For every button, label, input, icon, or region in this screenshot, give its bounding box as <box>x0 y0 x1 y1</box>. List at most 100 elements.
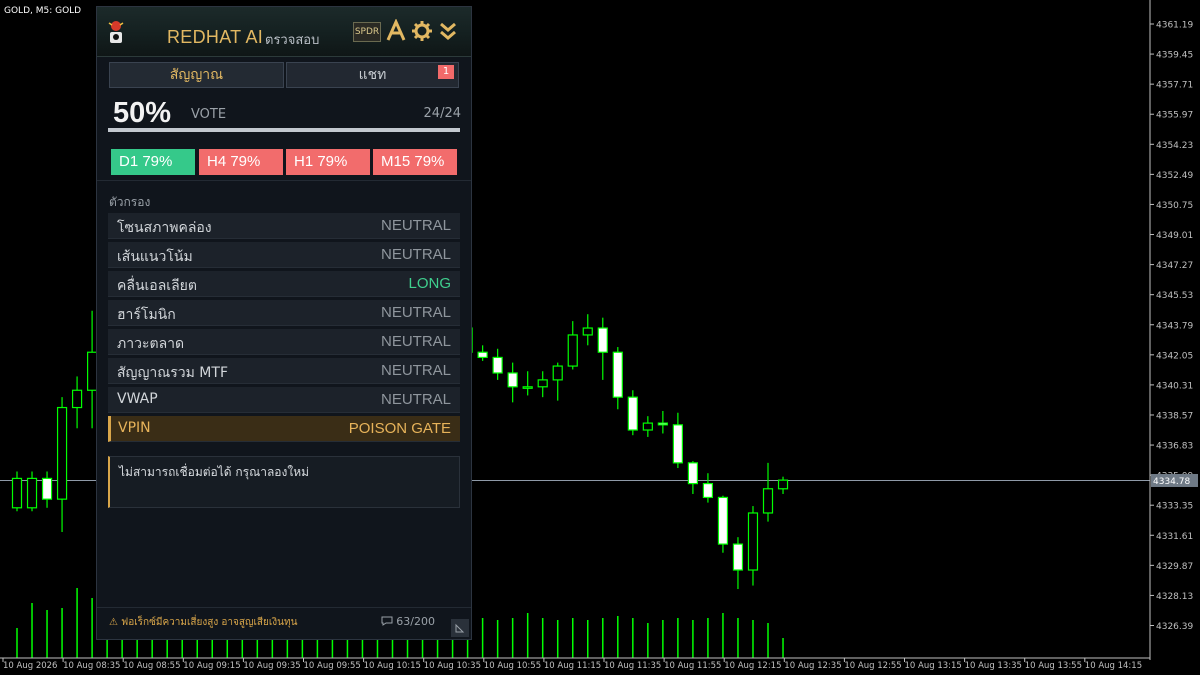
time-tick-label: 10 Aug 13:55 <box>1025 661 1082 671</box>
filter-row-trendline[interactable]: เส้นแนวโน้ม NEUTRAL <box>108 242 460 268</box>
filter-label: VWAP <box>117 391 158 407</box>
time-tick-label: 10 Aug 10:15 <box>364 661 421 671</box>
filter-label: ฮาร์โมนิก <box>117 307 176 323</box>
price-tick-label: 4345.53 <box>1156 291 1193 301</box>
filter-label: VPIN <box>118 420 151 436</box>
tab-chat[interactable]: แชท 1 <box>286 62 459 88</box>
tab-signal-label: สัญญาณ <box>169 67 224 83</box>
time-tick-label: 10 Aug 10:55 <box>484 661 541 671</box>
price-tick-label: 4352.49 <box>1156 171 1193 181</box>
spdr-button[interactable]: SPDR <box>353 22 381 42</box>
panel-header[interactable]: REDHAT AI ตรวจสอบ SPDR <box>97 7 471 57</box>
time-tick-label: 10 Aug 09:15 <box>183 661 240 671</box>
message-quota-count: 63/200 <box>396 615 435 628</box>
vote-percent: 50% <box>113 97 172 129</box>
filter-value: NEUTRAL <box>380 304 451 321</box>
time-tick-label: 10 Aug 12:55 <box>844 661 901 671</box>
redhat-ai-panel[interactable]: REDHAT AI ตรวจสอบ SPDR สัญญาณ แชท 1 50% … <box>96 6 472 640</box>
candle-body-down <box>41 477 53 500</box>
filter-row-liquidity-zone[interactable]: โซนสภาพคล่อง NEUTRAL <box>108 213 460 239</box>
filter-label: สัญญาณรวม MTF <box>117 365 228 381</box>
filters-title: ตัวกรอง <box>109 195 151 209</box>
candle-body-down <box>597 327 608 353</box>
time-tick-label: 10 Aug 13:15 <box>905 661 962 671</box>
filter-value: LONG <box>408 275 451 292</box>
timeframe-badge-d1[interactable]: D1 79% <box>111 149 195 175</box>
chevron-double-down-icon[interactable] <box>437 19 459 43</box>
price-tick-label: 4329.87 <box>1156 562 1193 572</box>
gear-icon[interactable] <box>411 19 433 43</box>
time-tick-label: 10 Aug 11:35 <box>604 661 661 671</box>
price-tick-label: 4331.61 <box>1156 532 1193 542</box>
time-tick-label: 10 Aug 2026 <box>3 661 57 671</box>
time-tick-label: 10 Aug 08:35 <box>63 661 120 671</box>
vote-count: 24/24 <box>423 106 461 121</box>
candle-body-up <box>777 479 789 490</box>
timeframe-badge-m15[interactable]: M15 79% <box>373 149 457 175</box>
filter-row-harmonic[interactable]: ฮาร์โมนิก NEUTRAL <box>108 300 460 326</box>
candle-body-down <box>612 351 623 398</box>
timeframe-badge-h4[interactable]: H4 79% <box>199 149 283 175</box>
time-tick-label: 10 Aug 14:15 <box>1085 661 1142 671</box>
candle-body-up <box>11 477 23 509</box>
candle-body-up <box>522 386 533 389</box>
divider <box>97 607 471 608</box>
resize-icon <box>455 623 465 633</box>
candle-body-up <box>26 477 38 509</box>
font-a-icon[interactable] <box>385 19 407 43</box>
candle <box>627 390 638 436</box>
filter-value: NEUTRAL <box>380 391 451 408</box>
filter-row-market-regime[interactable]: ภาวะตลาด NEUTRAL <box>108 329 460 355</box>
chat-unread-badge: 1 <box>438 65 454 79</box>
timeframe-badge-h1[interactable]: H1 79% <box>286 149 370 175</box>
timeframe-signals: D1 79% H4 79% H1 79% M15 79% <box>111 149 457 175</box>
candle-body-down <box>477 351 488 359</box>
filter-value: NEUTRAL <box>380 246 451 263</box>
bull-logo-icon <box>108 21 124 43</box>
filter-row-elliott-wave[interactable]: คลื่นเอลเลียต LONG <box>108 271 460 297</box>
price-tick-label: 4349.01 <box>1156 231 1193 241</box>
vote-label: VOTE <box>191 107 227 122</box>
candle-body-down <box>687 462 699 485</box>
filter-value: NEUTRAL <box>380 333 451 350</box>
filter-value: NEUTRAL <box>380 217 451 234</box>
panel-title: REDHAT AI <box>167 27 264 47</box>
candle-body-down <box>507 372 518 388</box>
message-text: ไม่สามารถเชื่อมต่อได้ กรุณาลองใหม่ <box>119 465 310 479</box>
filter-row-mtf[interactable]: สัญญาณรวม MTF NEUTRAL <box>108 358 460 384</box>
vote-progress-bar <box>108 128 460 132</box>
candle-body-up <box>537 379 548 388</box>
candle-body-down <box>717 496 729 545</box>
candle-body-up <box>71 389 83 409</box>
time-tick-label: 10 Aug 10:35 <box>424 661 481 671</box>
price-tick-label: 4347.27 <box>1156 261 1193 271</box>
price-tick-label: 4355.97 <box>1156 111 1193 121</box>
candle-body-up <box>747 512 759 571</box>
chat-bubble-icon <box>381 616 393 626</box>
candle-body-down <box>702 482 714 499</box>
filter-row-vpin[interactable]: VPIN POISON GATE <box>108 416 460 442</box>
price-tick-label: 4340.31 <box>1156 381 1193 391</box>
message-quota: 63/200 <box>381 615 435 628</box>
divider <box>97 180 471 181</box>
time-tick-label: 10 Aug 12:35 <box>784 661 841 671</box>
price-tick-label: 4361.19 <box>1156 21 1193 31</box>
tab-signal[interactable]: สัญญาณ <box>109 62 284 88</box>
time-tick-label: 10 Aug 09:35 <box>243 661 300 671</box>
connection-error-message: ไม่สามารถเชื่อมต่อได้ กรุณาลองใหม่ <box>108 456 460 508</box>
symbol-label: GOLD, M5: GOLD <box>4 6 81 16</box>
candle-body-up <box>567 334 578 367</box>
time-tick-label: 10 Aug 08:55 <box>123 661 180 671</box>
resize-handle[interactable] <box>451 619 469 637</box>
time-tick-label: 10 Aug 12:15 <box>724 661 781 671</box>
price-tick-label: 4343.79 <box>1156 321 1193 331</box>
current-price-label: 4334.78 <box>1153 477 1190 487</box>
candle-body-down <box>732 543 744 571</box>
filter-label: ภาวะตลาด <box>117 336 185 352</box>
time-tick-label: 10 Aug 11:15 <box>544 661 601 671</box>
candle-body-up <box>552 365 563 381</box>
filter-row-vwap[interactable]: VWAP NEUTRAL <box>108 387 460 413</box>
panel-subtitle: ตรวจสอบ <box>265 33 320 48</box>
filter-value: POISON GATE <box>348 420 451 437</box>
candle-body-down <box>492 356 503 374</box>
